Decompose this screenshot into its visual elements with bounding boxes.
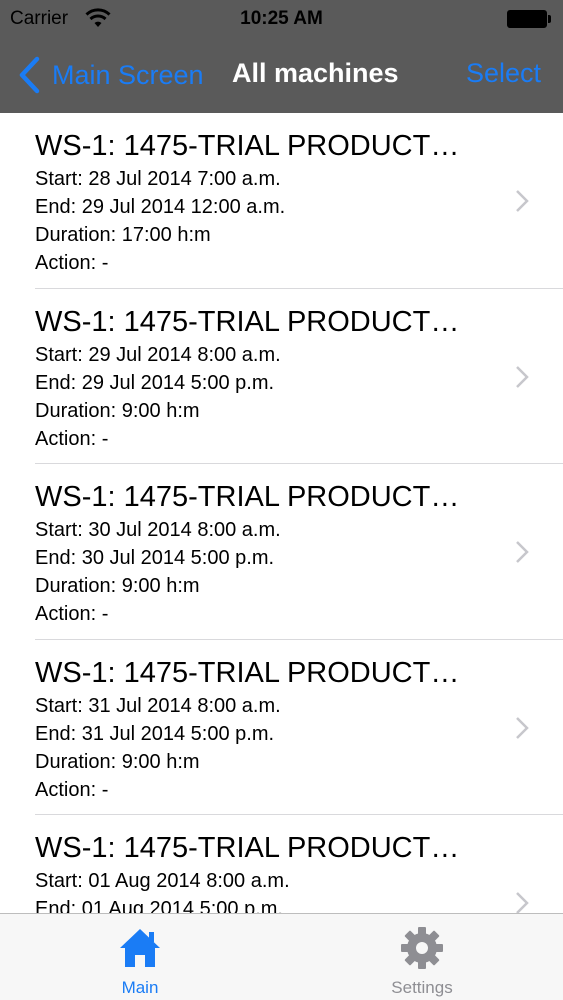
back-chevron-icon	[19, 56, 40, 94]
battery-icon	[507, 10, 551, 28]
item-start: Start: 28 Jul 2014 7:00 a.m.	[35, 168, 281, 190]
item-start: Start: 31 Jul 2014 8:00 a.m.	[35, 694, 281, 717]
item-duration: Duration: 17:00 h:m	[35, 224, 211, 246]
item-end: End: 29 Jul 2014 12:00 a.m.	[35, 196, 286, 218]
item-action: Action: -	[35, 603, 109, 625]
item-end: End: 30 Jul 2014 5:00 p.m.	[35, 547, 275, 569]
back-button-label: Main Screen	[52, 59, 204, 90]
item-title: WS-1: 1475-TRIAL PRODUCT…	[35, 130, 460, 162]
item-end: End: 31 Jul 2014 5:00 p.m.	[35, 722, 275, 745]
item-title: WS-1: 1475-TRIAL PRODUCT…	[35, 832, 460, 864]
back-button[interactable]: Main Screen	[18, 54, 204, 96]
status-bar: Carrier 10:25 AM	[0, 0, 563, 40]
tab-main-label: Main	[121, 978, 159, 997]
item-end: End: 29 Jul 2014 5:00 p.m.	[35, 371, 275, 394]
machine-list: WS-1: 1475-TRIAL PRODUCT… Start: 28 Jul …	[0, 113, 563, 913]
list-item[interactable]: WS-1: 1475-TRIAL PRODUCT… Start: 01 Aug …	[0, 815, 563, 913]
clock: 10:25 AM	[240, 8, 323, 29]
list-item[interactable]: WS-1: 1475-TRIAL PRODUCT… Start: 31 Jul …	[0, 640, 563, 815]
item-duration: Duration: 9:00 h:m	[35, 575, 200, 597]
item-action: Action: -	[35, 252, 109, 274]
disclosure-chevron-icon	[516, 190, 529, 212]
list-item[interactable]: WS-1: 1475-TRIAL PRODUCT… Start: 29 Jul …	[0, 289, 563, 464]
tab-settings[interactable]: Settings	[352, 914, 492, 1000]
home-icon	[120, 929, 160, 967]
disclosure-chevron-icon	[516, 541, 529, 563]
item-start: Start: 30 Jul 2014 8:00 a.m.	[35, 519, 281, 541]
list-item[interactable]: WS-1: 1475-TRIAL PRODUCT… Start: 30 Jul …	[0, 464, 563, 640]
top-bar: Carrier 10:25 AM Main Screen All machine…	[0, 0, 563, 113]
item-title: WS-1: 1475-TRIAL PRODUCT…	[35, 305, 460, 338]
list-item[interactable]: WS-1: 1475-TRIAL PRODUCT… Start: 28 Jul …	[0, 113, 563, 289]
tab-settings-label: Settings	[391, 978, 453, 997]
item-duration: Duration: 9:00 h:m	[35, 399, 200, 422]
page-title: All machines	[232, 58, 399, 88]
item-start: Start: 01 Aug 2014 8:00 a.m.	[35, 870, 290, 892]
item-title: WS-1: 1475-TRIAL PRODUCT…	[35, 481, 460, 513]
select-button[interactable]: Select	[466, 58, 541, 89]
tab-bar: Main Settings	[0, 913, 563, 1000]
item-end: End: 01 Aug 2014 5:00 p.m.	[35, 898, 283, 913]
tab-main[interactable]: Main	[70, 914, 210, 1000]
item-duration: Duration: 9:00 h:m	[35, 750, 200, 773]
item-title: WS-1: 1475-TRIAL PRODUCT…	[35, 656, 460, 689]
item-action: Action: -	[35, 427, 109, 450]
disclosure-chevron-icon	[516, 365, 529, 388]
gear-icon	[401, 927, 443, 969]
item-start: Start: 29 Jul 2014 8:00 a.m.	[35, 343, 281, 366]
navigation-bar: Main Screen All machines Select	[0, 40, 563, 113]
disclosure-chevron-icon	[516, 716, 529, 739]
disclosure-chevron-icon	[516, 892, 529, 913]
item-action: Action: -	[35, 778, 109, 801]
